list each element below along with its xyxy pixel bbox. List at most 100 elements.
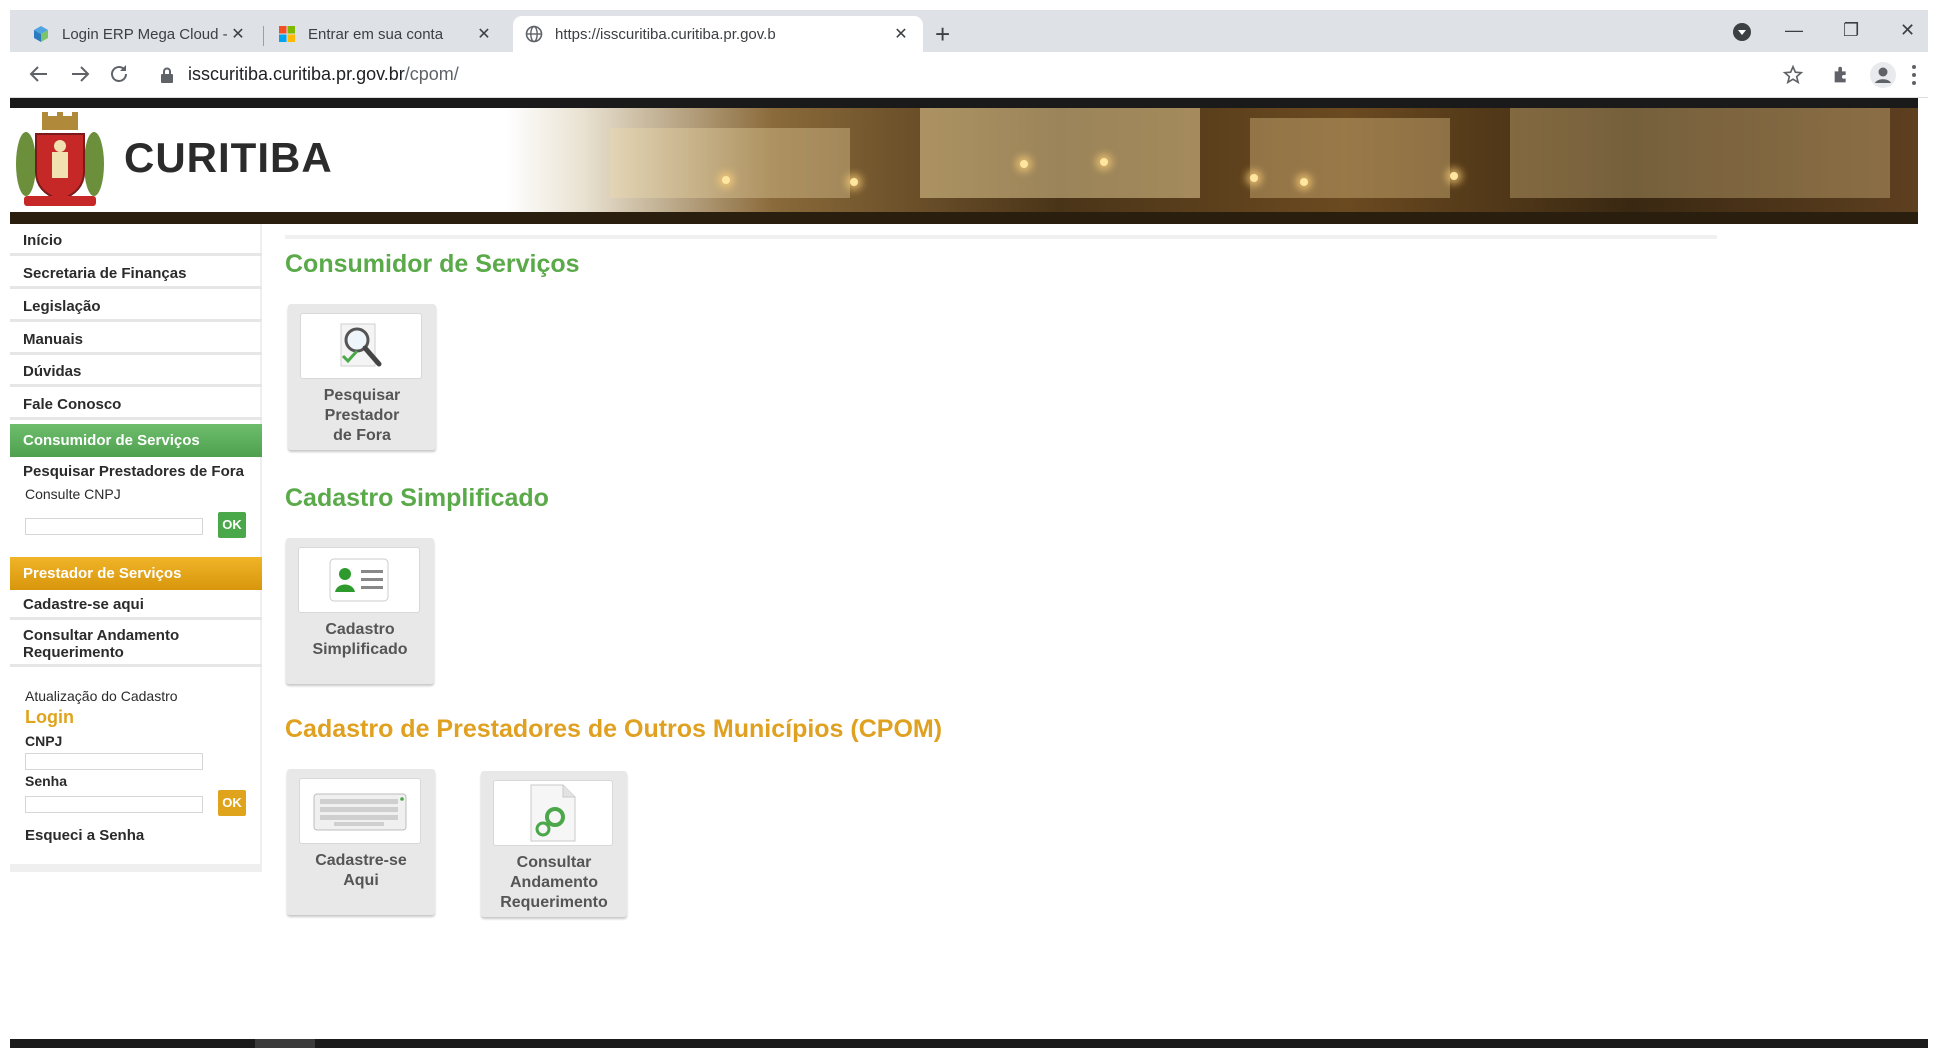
- content-top-rule: [285, 235, 1717, 239]
- close-icon[interactable]: ✕: [891, 24, 911, 44]
- banner-street-light: [722, 176, 730, 184]
- banner-street-light: [1450, 172, 1458, 180]
- banner-building: [1510, 108, 1890, 198]
- os-taskbar: [10, 1039, 1928, 1048]
- browser-toolbar: isscuritiba.curitiba.pr.gov.br/cpom/: [10, 52, 1928, 98]
- extensions-puzzle-icon[interactable]: [1831, 64, 1853, 86]
- document-gears-icon: [530, 784, 576, 842]
- close-icon[interactable]: ✕: [474, 24, 494, 44]
- esqueci-senha-link[interactable]: Esqueci a Senha: [25, 827, 144, 844]
- tab-title: Entrar em sua conta: [308, 25, 444, 43]
- tile-cadastro-simplificado[interactable]: Cadastro Simplificado: [286, 538, 434, 684]
- sidebar: Início Secretaria de Finanças Legislação…: [10, 224, 262, 872]
- sidebar-link-cadastre-se[interactable]: Cadastre-se aqui: [10, 590, 262, 620]
- caption-line: Aqui: [343, 872, 379, 889]
- section-title-cpom: Cadastro de Prestadores de Outros Municí…: [285, 715, 943, 743]
- tab-title: Login ERP Mega Cloud - GTW1: [62, 25, 228, 43]
- window-close-button[interactable]: ✕: [1900, 20, 1915, 41]
- sidebar-item-legislacao[interactable]: Legislação: [10, 292, 262, 322]
- banner-street-light: [1250, 174, 1258, 182]
- consulte-cnpj-ok-button[interactable]: OK: [218, 512, 246, 538]
- new-tab-button[interactable]: +: [935, 21, 950, 47]
- sidebar-item-fale-conosco[interactable]: Fale Conosco: [10, 390, 262, 420]
- tile-icon-box: [299, 778, 421, 844]
- sidebar-item-duvidas[interactable]: Dúvidas: [10, 357, 262, 387]
- consulte-cnpj-label: Consulte CNPJ: [25, 486, 121, 502]
- minimize-button[interactable]: —: [1785, 20, 1803, 41]
- browser-tab-bar: Login ERP Mega Cloud - GTW1 ✕ Entrar em …: [10, 10, 1928, 52]
- sidebar-footer: [10, 864, 262, 872]
- senha-label: Senha: [25, 773, 68, 789]
- kebab-menu-icon[interactable]: [1910, 64, 1918, 86]
- id-card-icon: [329, 558, 389, 602]
- close-icon[interactable]: ✕: [228, 24, 248, 44]
- link-line: Consultar Andamento: [23, 627, 180, 644]
- forward-arrow-icon[interactable]: [67, 62, 93, 86]
- brand-title: CURITIBA: [124, 134, 333, 181]
- address-bar[interactable]: isscuritiba.curitiba.pr.gov.br/cpom/: [188, 64, 459, 85]
- tile-icon-box: [298, 547, 420, 613]
- globe-favicon-icon: [525, 25, 543, 43]
- tile-pesquisar-prestador[interactable]: Pesquisar Prestador de Fora: [288, 304, 436, 450]
- tile-icon-box: [300, 313, 422, 379]
- sidebar-item-secretaria-financas[interactable]: Secretaria de Finanças: [10, 259, 262, 289]
- banner-building: [1250, 118, 1450, 198]
- tab-search-icon[interactable]: [1732, 22, 1752, 42]
- tile-icon-box: [493, 780, 613, 846]
- banner-street-light: [1020, 160, 1028, 168]
- caption-line: de Fora: [333, 427, 391, 444]
- caption-line: Andamento: [510, 874, 598, 891]
- cube-favicon-icon: [34, 26, 48, 42]
- tab-erp-login[interactable]: Login ERP Mega Cloud - GTW1 ✕: [20, 16, 260, 52]
- caption-line: Prestador: [324, 407, 400, 424]
- lock-icon[interactable]: [160, 67, 174, 83]
- reload-icon[interactable]: [106, 62, 132, 86]
- sidebar-head-consumidor[interactable]: Consumidor de Serviços: [10, 424, 262, 457]
- tile-caption: Pesquisar Prestador de Fora: [288, 386, 436, 446]
- sidebar-item-manuais[interactable]: Manuais: [10, 325, 262, 355]
- caption-line: Simplificado: [312, 641, 408, 658]
- tile-cadastre-se-aqui[interactable]: Cadastre-se Aqui: [287, 769, 435, 915]
- banner-building: [920, 108, 1200, 198]
- caption-line: Requerimento: [500, 894, 608, 911]
- tab-entrar-conta[interactable]: Entrar em sua conta ✕: [266, 16, 506, 52]
- caption-line: Consultar: [516, 854, 592, 871]
- tab-isscuritiba[interactable]: https://isscuritiba.curitiba.pr.gov.b ✕: [513, 16, 923, 52]
- tile-consultar-andamento[interactable]: Consultar Andamento Requerimento: [481, 771, 627, 917]
- caption-line: Cadastre-se: [315, 852, 407, 869]
- sidebar-item-inicio[interactable]: Início: [10, 226, 262, 256]
- restore-button[interactable]: ❐: [1843, 20, 1859, 41]
- login-ok-button[interactable]: OK: [218, 790, 246, 816]
- site-header-banner: CURITIBA: [10, 98, 1918, 224]
- header-top-strip: [10, 98, 1918, 108]
- taskbar-item[interactable]: [255, 1039, 315, 1048]
- profile-avatar-icon[interactable]: [1869, 61, 1897, 89]
- header-bottom-strip: [10, 212, 1918, 224]
- cnpj-field[interactable]: [25, 753, 203, 770]
- keyboard-icon: [313, 793, 407, 831]
- login-title: Login: [25, 707, 74, 727]
- tab-separator: [263, 26, 264, 46]
- section-title-cadastro-simplificado: Cadastro Simplificado: [285, 484, 549, 512]
- sidebar-link-pesquisar-prestadores[interactable]: Pesquisar Prestadores de Fora: [10, 457, 262, 487]
- star-bookmark-icon[interactable]: [1782, 64, 1804, 86]
- cnpj-label: CNPJ: [25, 733, 63, 749]
- caption-line: Pesquisar: [323, 387, 401, 404]
- section-title-consumidor: Consumidor de Serviços: [285, 250, 580, 278]
- microsoft-favicon-icon: [279, 26, 295, 42]
- consulte-cnpj-input[interactable]: [25, 518, 203, 535]
- banner-street-light: [1300, 178, 1308, 186]
- magnifier-check-icon: [340, 323, 382, 367]
- sidebar-link-consultar-andamento[interactable]: Consultar Andamento Requerimento: [10, 621, 262, 667]
- curitiba-crest-logo: [16, 112, 104, 206]
- atualizacao-cadastro-label: Atualização do Cadastro: [25, 688, 178, 704]
- tile-caption: Consultar Andamento Requerimento: [481, 853, 627, 913]
- tile-caption: Cadastro Simplificado: [286, 620, 434, 660]
- back-arrow-icon[interactable]: [26, 62, 52, 86]
- banner-street-light: [850, 178, 858, 186]
- senha-field[interactable]: [25, 796, 203, 813]
- sidebar-head-prestador[interactable]: Prestador de Serviços: [10, 557, 262, 590]
- url-path: /cpom/: [404, 64, 459, 84]
- caption-line: Cadastro: [325, 621, 395, 638]
- banner-street-light: [1100, 158, 1108, 166]
